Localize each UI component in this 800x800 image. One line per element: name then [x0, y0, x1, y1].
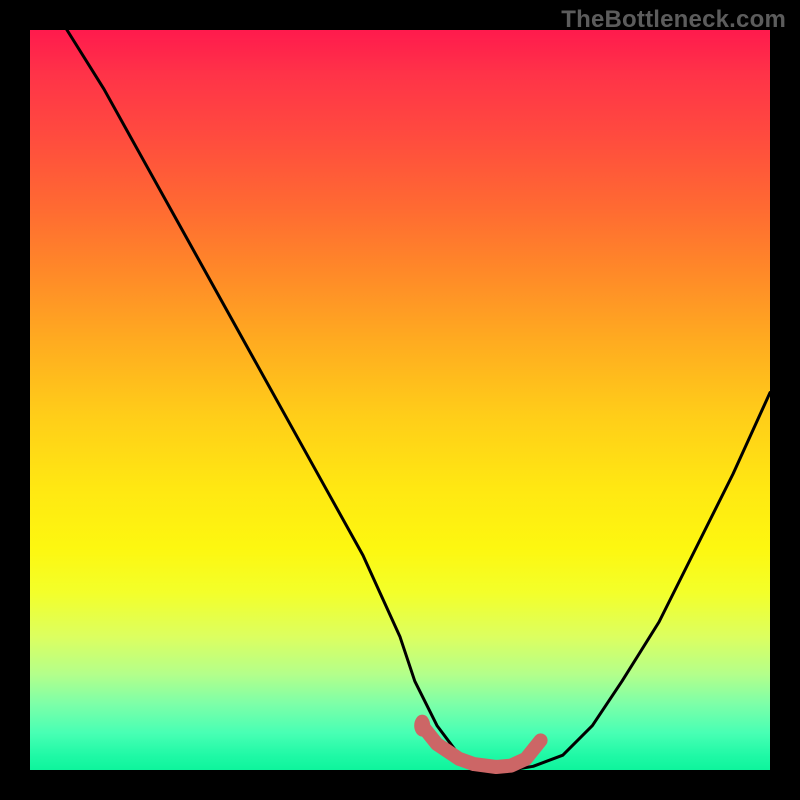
curve-layer: [30, 30, 770, 770]
bottleneck-curve: [30, 0, 770, 770]
marker-dot: [414, 715, 430, 737]
plot-area: [30, 30, 770, 770]
chart-frame: TheBottleneck.com: [0, 0, 800, 800]
